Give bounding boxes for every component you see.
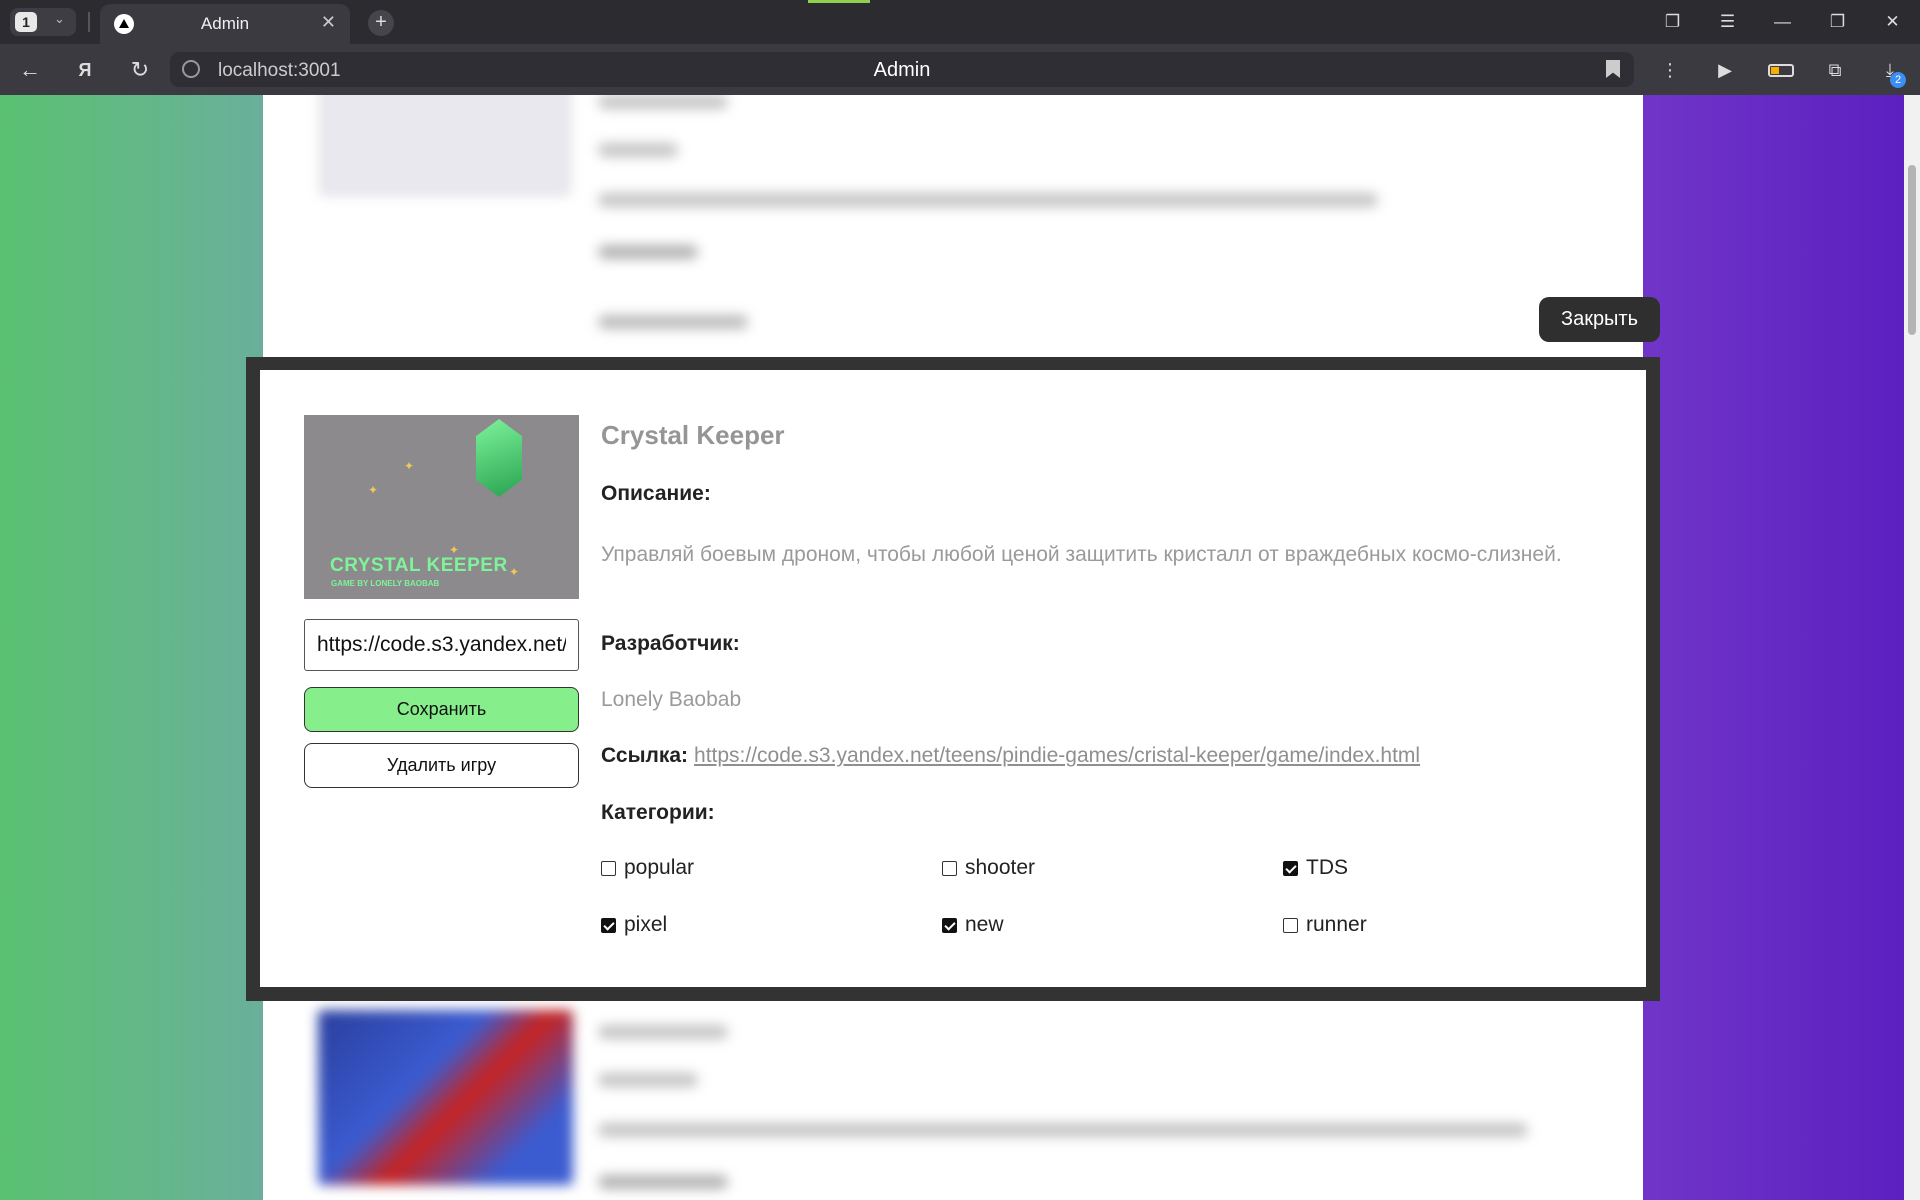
menu-icon[interactable]: ☰ bbox=[1700, 12, 1755, 32]
collections-icon[interactable]: ❐ bbox=[1645, 12, 1700, 32]
category-label: TDS bbox=[1306, 856, 1348, 879]
new-tab-button[interactable]: + bbox=[368, 10, 394, 36]
more-options-icon[interactable]: ⋮ bbox=[1655, 56, 1685, 84]
game-title: Crystal Keeper bbox=[601, 420, 785, 450]
checkbox-icon[interactable] bbox=[1283, 860, 1298, 876]
blurred-text bbox=[598, 143, 678, 157]
star-decoration: ✦ bbox=[509, 565, 520, 579]
save-button[interactable]: Сохранить bbox=[304, 687, 579, 732]
checkbox-icon[interactable] bbox=[601, 860, 616, 876]
developer-label: Разработчик: bbox=[601, 632, 740, 655]
close-modal-button[interactable]: Закрыть bbox=[1539, 297, 1660, 342]
blurred-text bbox=[598, 1073, 698, 1087]
tab-close-icon[interactable]: ✕ bbox=[321, 12, 336, 33]
page-scrollbar[interactable] bbox=[1904, 95, 1920, 1200]
restore-button[interactable]: ❐ bbox=[1810, 12, 1865, 32]
star-decoration: ✦ bbox=[404, 459, 415, 473]
game-link[interactable]: https://code.s3.yandex.net/teens/pindie-… bbox=[694, 744, 1420, 767]
media-player-icon[interactable]: ▶ bbox=[1710, 56, 1740, 84]
checkbox-icon[interactable] bbox=[601, 917, 616, 933]
game-url-input[interactable] bbox=[304, 619, 579, 671]
reload-icon[interactable]: ↻ bbox=[126, 56, 154, 84]
checkbox-icon[interactable] bbox=[942, 917, 957, 933]
blurred-text bbox=[598, 193, 1378, 207]
category-label: pixel bbox=[624, 913, 668, 936]
tab-counter-button[interactable]: 1 ⌄ bbox=[10, 8, 76, 36]
page-title: Admin bbox=[873, 59, 931, 81]
loading-indicator bbox=[808, 0, 870, 3]
category-checkbox-pixel[interactable]: pixel bbox=[601, 913, 667, 937]
chevron-down-icon: ⌄ bbox=[54, 11, 65, 26]
back-arrow-icon[interactable]: ← bbox=[16, 56, 44, 84]
category-checkbox-tds[interactable]: TDS bbox=[1283, 856, 1348, 880]
delete-game-button[interactable]: Удалить игру bbox=[304, 743, 579, 788]
tab-title: Admin bbox=[200, 14, 250, 33]
blurred-text bbox=[598, 95, 728, 109]
category-label: runner bbox=[1306, 913, 1367, 936]
blurred-text bbox=[598, 315, 748, 329]
blurred-text bbox=[598, 1175, 728, 1189]
tab-count: 1 bbox=[15, 12, 37, 32]
address-field[interactable]: localhost:3001 Admin bbox=[170, 52, 1634, 87]
blurred-text bbox=[598, 1025, 728, 1039]
game-edit-modal: ✦ ✦ ✦ ✦ CRYSTAL KEEPER GAME BY LONELY BA… bbox=[246, 357, 1660, 1001]
yandex-icon[interactable]: Я bbox=[71, 56, 99, 84]
checkbox-icon[interactable] bbox=[942, 860, 957, 876]
categories-label: Категории: bbox=[601, 801, 715, 824]
scrollbar-thumb[interactable] bbox=[1908, 165, 1916, 335]
blurred-text bbox=[598, 1123, 1528, 1137]
blurred-card-image bbox=[318, 1010, 573, 1185]
category-checkbox-popular[interactable]: popular bbox=[601, 856, 694, 880]
battery-saver-icon[interactable] bbox=[1768, 64, 1794, 77]
link-label: Ссылка: bbox=[601, 744, 689, 767]
page-viewport: Закрыть ✦ ✦ ✦ ✦ CRYSTAL KEEPER GAME BY L… bbox=[0, 95, 1920, 1200]
minimize-button[interactable]: — bbox=[1755, 12, 1810, 32]
game-developer: Lonely Baobab bbox=[601, 688, 742, 711]
checkbox-icon[interactable] bbox=[1283, 917, 1298, 933]
category-label: popular bbox=[624, 856, 695, 879]
window-controls: ❐ ☰ — ❐ ✕ bbox=[1645, 0, 1920, 44]
blurred-card-image bbox=[320, 95, 570, 195]
extensions-icon[interactable]: ⧉ bbox=[1820, 56, 1850, 84]
browser-tabbar: 1 ⌄ Admin ✕ + ❐ ☰ — ❐ ✕ bbox=[0, 0, 1920, 44]
window-close-button[interactable]: ✕ bbox=[1865, 12, 1920, 32]
blurred-text bbox=[598, 245, 698, 259]
image-logo-subtitle: GAME BY LONELY BAOBAB bbox=[331, 579, 440, 588]
category-label: new bbox=[965, 913, 1004, 936]
category-label: shooter bbox=[965, 856, 1036, 879]
category-checkbox-new[interactable]: new bbox=[942, 913, 1004, 937]
star-decoration: ✦ bbox=[368, 483, 379, 497]
right-gradient-panel bbox=[1643, 95, 1904, 1200]
address-toolbar: ← Я ↻ localhost:3001 Admin ⋮ ▶ ⧉ ⤓ bbox=[0, 44, 1920, 95]
link-row: Ссылка: https://code.s3.yandex.net/teens/… bbox=[601, 744, 1420, 768]
modal-body: ✦ ✦ ✦ ✦ CRYSTAL KEEPER GAME BY LONELY BA… bbox=[260, 370, 1646, 987]
game-image: ✦ ✦ ✦ ✦ CRYSTAL KEEPER GAME BY LONELY BA… bbox=[304, 415, 579, 599]
image-logo-title: CRYSTAL KEEPER bbox=[330, 555, 508, 576]
category-checkbox-runner[interactable]: runner bbox=[1283, 913, 1367, 937]
game-description: Управляй боевым дроном, чтобы любой цено… bbox=[601, 543, 1562, 566]
category-checkbox-shooter[interactable]: shooter bbox=[942, 856, 1035, 880]
tab-separator bbox=[88, 12, 90, 32]
browser-tab-active[interactable]: Admin ✕ bbox=[100, 4, 350, 44]
description-label: Описание: bbox=[601, 482, 711, 505]
crystal-graphic bbox=[476, 419, 522, 497]
downloads-badge: 2 bbox=[1890, 72, 1906, 88]
